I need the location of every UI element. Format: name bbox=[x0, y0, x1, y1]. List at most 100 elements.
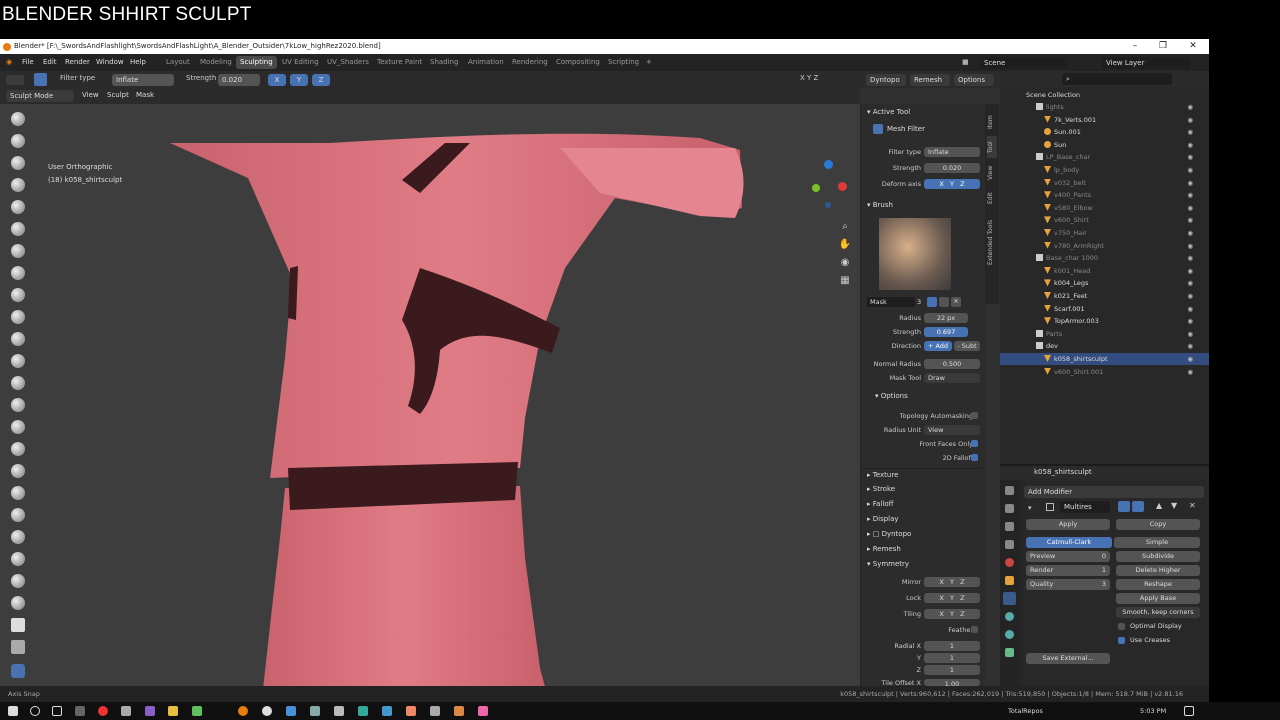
outliner-row[interactable]: lights ◉ bbox=[1000, 101, 1209, 113]
move-up-icon[interactable]: ▲ bbox=[1156, 501, 1162, 510]
mirror-axes[interactable]: X Y Z bbox=[800, 74, 818, 82]
outliner-row[interactable]: v032_belt ◉ bbox=[1000, 177, 1209, 189]
radius-unit-dropdown[interactable]: View bbox=[924, 425, 980, 435]
tab-extended-tools[interactable]: Extended Tools bbox=[987, 212, 997, 272]
visibility-eye-icon[interactable]: ◉ bbox=[1187, 353, 1193, 365]
collapse-modifier-icon[interactable]: ▾ bbox=[1028, 504, 1032, 512]
uv-smooth-dropdown[interactable]: Smooth, keep corners bbox=[1116, 607, 1200, 618]
visibility-eye-icon[interactable]: ◉ bbox=[1187, 114, 1193, 126]
thumb-brush-icon[interactable] bbox=[11, 464, 25, 478]
data-tab-icon[interactable] bbox=[1005, 648, 1014, 657]
particles-tab-icon[interactable] bbox=[1005, 612, 1014, 621]
remove-modifier-icon[interactable]: ✕ bbox=[1189, 501, 1196, 510]
taskbar-app-icon[interactable] bbox=[382, 706, 392, 716]
search-icon[interactable] bbox=[30, 706, 40, 716]
simple-button[interactable]: Simple bbox=[1114, 537, 1200, 548]
tab-tool[interactable]: Tool bbox=[987, 136, 997, 158]
symmetry-panel-header[interactable]: ▾ Symmetry bbox=[861, 558, 983, 571]
box-mask-icon[interactable] bbox=[11, 618, 25, 632]
gizmo-x-axis[interactable] bbox=[838, 182, 847, 191]
unlink-brush-icon[interactable]: ✕ bbox=[951, 297, 961, 307]
fill-brush-icon[interactable] bbox=[11, 332, 25, 346]
outliner-row[interactable]: k021_Feet ◉ bbox=[1000, 290, 1209, 302]
remesh-dropdown[interactable]: Remesh bbox=[910, 74, 950, 86]
outliner-row[interactable]: k058_shirtsculpt ◉ bbox=[1000, 353, 1209, 365]
visibility-eye-icon[interactable]: ◉ bbox=[1187, 101, 1193, 113]
outliner-row[interactable]: v400_Pants ◉ bbox=[1000, 189, 1209, 201]
outliner-row[interactable]: v600_Shirt.001 ◉ bbox=[1000, 366, 1209, 378]
tab-modeling[interactable]: Modeling bbox=[196, 56, 236, 69]
radial-z-field[interactable]: 1 bbox=[924, 665, 980, 675]
taskbar-app-icon[interactable] bbox=[454, 706, 464, 716]
pose-brush-icon[interactable] bbox=[11, 486, 25, 500]
duplicate-brush-icon[interactable] bbox=[939, 297, 949, 307]
menu-window[interactable]: Window bbox=[96, 54, 124, 71]
delete-higher-button[interactable]: Delete Higher bbox=[1116, 565, 1200, 576]
visibility-eye-icon[interactable]: ◉ bbox=[1187, 164, 1193, 176]
outliner-row[interactable]: Base_char 1000 ◉ bbox=[1000, 252, 1209, 264]
layer-brush-icon[interactable] bbox=[11, 200, 25, 214]
view-layer-selector[interactable]: View Layer bbox=[1102, 57, 1190, 69]
axis-y-toggle[interactable]: Y bbox=[290, 74, 308, 86]
mirror-axis-toggles[interactable]: X Y Z bbox=[924, 577, 980, 587]
menu-edit[interactable]: Edit bbox=[43, 54, 57, 71]
front-faces-checkbox[interactable] bbox=[971, 440, 978, 447]
navigation-gizmo[interactable] bbox=[812, 158, 852, 218]
dyntopo-panel-header[interactable]: ▸ □ Dyntopo bbox=[861, 528, 983, 541]
visibility-eye-icon[interactable]: ◉ bbox=[1187, 277, 1193, 289]
menu-file[interactable]: File bbox=[22, 54, 34, 71]
file-explorer-icon[interactable] bbox=[168, 706, 178, 716]
outliner-row[interactable]: v580_Elbow ◉ bbox=[1000, 202, 1209, 214]
direction-add-button[interactable]: + Add bbox=[924, 341, 952, 351]
deform-axis-toggles[interactable]: X Y Z bbox=[924, 179, 980, 189]
taskbar-app-icon[interactable] bbox=[358, 706, 368, 716]
flatten-brush-icon[interactable] bbox=[11, 310, 25, 324]
catmull-clark-button[interactable]: Catmull-Clark bbox=[1026, 537, 1112, 548]
physics-tab-icon[interactable] bbox=[1005, 630, 1014, 639]
draw-brush-icon[interactable] bbox=[11, 112, 25, 126]
tab-sculpting[interactable]: Sculpting bbox=[236, 56, 277, 69]
strength-field[interactable]: 0.020 bbox=[218, 74, 260, 86]
outliner-row[interactable]: 7k_Verts.001 ◉ bbox=[1000, 114, 1209, 126]
outliner-row[interactable]: Sun ◉ bbox=[1000, 139, 1209, 151]
outliner-row[interactable]: Sun.001 ◉ bbox=[1000, 126, 1209, 138]
tab-scripting[interactable]: Scripting bbox=[604, 56, 643, 69]
taskbar-app-icon[interactable] bbox=[406, 706, 416, 716]
lock-axis-toggles[interactable]: X Y Z bbox=[924, 593, 980, 603]
scene-selector[interactable]: Scene bbox=[980, 57, 1068, 69]
grid-icon[interactable]: ▦ bbox=[838, 272, 852, 290]
apply-base-button[interactable]: Apply Base bbox=[1116, 593, 1200, 604]
smooth-brush-icon[interactable] bbox=[11, 288, 25, 302]
visibility-eye-icon[interactable]: ◉ bbox=[1187, 139, 1193, 151]
reshape-button[interactable]: Reshape bbox=[1116, 579, 1200, 590]
brush-name-field[interactable]: Mask bbox=[867, 297, 915, 307]
inflate-brush-icon[interactable] bbox=[11, 222, 25, 236]
normal-radius-field[interactable]: 0.500 bbox=[924, 359, 980, 369]
apply-button[interactable]: Apply bbox=[1026, 519, 1110, 530]
object-tab-icon[interactable] bbox=[1005, 576, 1014, 585]
use-creases-checkbox[interactable] bbox=[1118, 637, 1125, 644]
outliner-row[interactable]: Scarf.001 ◉ bbox=[1000, 303, 1209, 315]
camera-icon[interactable]: ◉ bbox=[838, 254, 852, 272]
add-workspace-icon[interactable]: + bbox=[646, 54, 652, 71]
slide-relax-brush-icon[interactable] bbox=[11, 552, 25, 566]
outliner-row[interactable]: k004_Legs ◉ bbox=[1000, 277, 1209, 289]
gizmo-neg-z[interactable] bbox=[825, 202, 831, 208]
taskbar-app-icon[interactable] bbox=[75, 706, 85, 716]
visibility-eye-icon[interactable]: ◉ bbox=[1187, 303, 1193, 315]
save-external-button[interactable]: Save External... bbox=[1026, 653, 1110, 664]
visibility-eye-icon[interactable]: ◉ bbox=[1187, 290, 1193, 302]
zoom-icon[interactable]: ⌕ bbox=[838, 218, 852, 236]
filter-type-dropdown[interactable]: Inflate bbox=[112, 74, 174, 86]
scene-tab-icon[interactable] bbox=[1005, 558, 1014, 567]
tab-edit[interactable]: Edit bbox=[987, 188, 997, 208]
filter-type-dropdown[interactable]: Inflate bbox=[924, 147, 980, 157]
mesh-filter-icon[interactable] bbox=[11, 664, 25, 678]
quality-field[interactable]: Quality 3 bbox=[1026, 579, 1110, 590]
visibility-eye-icon[interactable]: ◉ bbox=[1187, 126, 1193, 138]
topology-automasking-checkbox[interactable] bbox=[971, 412, 978, 419]
texture-panel-header[interactable]: ▸ Texture bbox=[861, 468, 983, 481]
box-hide-icon[interactable] bbox=[11, 640, 25, 654]
blender-taskbar-icon[interactable] bbox=[238, 706, 248, 716]
close-button[interactable]: ✕ bbox=[1178, 39, 1208, 54]
